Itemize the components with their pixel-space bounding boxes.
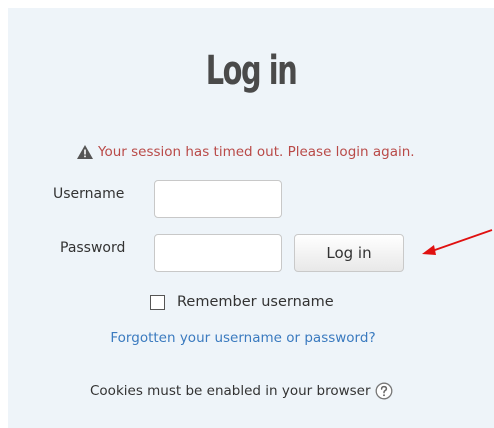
forgot-credentials-link[interactable]: Forgotten your username or password?: [0, 330, 486, 346]
login-panel: Log in Your session has timed out. Pleas…: [8, 8, 494, 428]
red-arrow: [422, 229, 493, 255]
session-timeout-error: Your session has timed out. Please login…: [76, 144, 415, 160]
cookies-notice-text: Cookies must be enabled in your browser: [90, 383, 371, 399]
username-input[interactable]: [154, 180, 282, 218]
login-button[interactable]: Log in: [294, 234, 404, 272]
remember-username-label: Remember username: [177, 294, 334, 310]
password-input[interactable]: [154, 234, 282, 272]
username-label: Username: [53, 186, 125, 202]
remember-username[interactable]: Remember username: [150, 294, 334, 310]
remember-username-checkbox[interactable]: [150, 294, 165, 310]
error-text: Your session has timed out. Please login…: [98, 144, 415, 160]
help-circle-icon[interactable]: [375, 382, 393, 400]
cookies-notice: Cookies must be enabled in your browser: [90, 382, 393, 400]
page-title: Log in: [205, 48, 298, 94]
warning-triangle-icon: [77, 145, 93, 159]
password-label: Password: [60, 240, 126, 256]
